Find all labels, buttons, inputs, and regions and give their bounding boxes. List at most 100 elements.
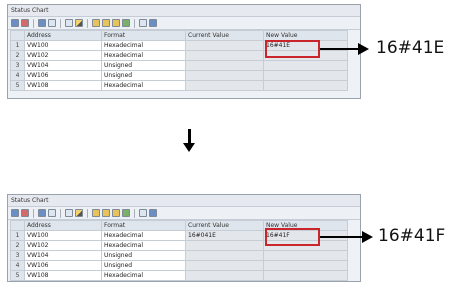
address-cell[interactable]: VW100	[24, 230, 102, 241]
read-icon[interactable]	[65, 19, 73, 27]
options-icon[interactable]	[149, 209, 157, 217]
toolbar-separator	[60, 208, 61, 218]
toolbar-separator	[87, 18, 88, 28]
row-number: 1	[10, 230, 25, 241]
format-cell[interactable]: Unsigned	[101, 260, 186, 271]
write-icon[interactable]	[75, 19, 83, 27]
trend-icon[interactable]	[122, 209, 130, 217]
address-cell[interactable]: VW100	[24, 40, 102, 51]
row-number: 4	[10, 70, 25, 81]
force-icon[interactable]	[92, 209, 100, 217]
callout-value: 16#41E	[376, 38, 445, 58]
header-current-value: Current Value	[185, 220, 264, 231]
force-icon[interactable]	[92, 19, 100, 27]
toolbar-separator	[33, 18, 34, 28]
address-cell[interactable]: VW102	[24, 50, 102, 61]
current-value-cell	[185, 70, 264, 81]
format-cell[interactable]: Hexadecimal	[101, 80, 186, 91]
table-icon[interactable]	[38, 209, 46, 217]
new-value-cell[interactable]	[263, 260, 348, 271]
grid-icon[interactable]	[48, 209, 56, 217]
address-cell[interactable]: VW108	[24, 80, 102, 91]
header-format: Format	[101, 30, 186, 41]
new-value-cell[interactable]	[263, 250, 348, 261]
current-value-cell	[185, 80, 264, 91]
new-value-cell[interactable]	[263, 270, 348, 281]
table-header: Address Format Current Value New Value	[10, 30, 348, 41]
write-icon[interactable]	[75, 209, 83, 217]
options-icon[interactable]	[149, 19, 157, 27]
callout-arrow-line	[320, 48, 360, 50]
table-row[interactable]: 5 VW108 Hexadecimal	[10, 270, 348, 281]
row-number: 3	[10, 250, 25, 261]
header-address: Address	[24, 220, 102, 231]
current-value-cell: 16#041E	[185, 230, 264, 241]
row-number: 4	[10, 260, 25, 271]
header-corner	[10, 30, 25, 41]
folder-icon[interactable]	[112, 19, 120, 27]
header-format: Format	[101, 220, 186, 231]
current-value-cell	[185, 50, 264, 61]
delete-icon[interactable]	[21, 19, 29, 27]
unforce-icon[interactable]	[102, 19, 110, 27]
row-number: 3	[10, 60, 25, 71]
window-title: Status Chart	[8, 5, 360, 17]
address-cell[interactable]: VW106	[24, 260, 102, 271]
toolbar	[8, 17, 360, 30]
row-number: 2	[10, 240, 25, 251]
toolbar-separator	[134, 208, 135, 218]
table-row[interactable]: 4 VW106 Unsigned	[10, 70, 348, 81]
current-value-cell	[185, 60, 264, 71]
toolbar-separator	[134, 18, 135, 28]
toolbar-separator	[87, 208, 88, 218]
new-value-cell[interactable]	[263, 60, 348, 71]
header-current-value: Current Value	[185, 30, 264, 41]
chart-icon[interactable]	[11, 19, 19, 27]
insert-row-icon[interactable]	[139, 19, 147, 27]
callout-arrow-head	[362, 231, 373, 243]
grid-icon[interactable]	[48, 19, 56, 27]
format-cell[interactable]: Hexadecimal	[101, 240, 186, 251]
unforce-icon[interactable]	[102, 209, 110, 217]
address-cell[interactable]: VW106	[24, 70, 102, 81]
address-cell[interactable]: VW102	[24, 240, 102, 251]
address-cell[interactable]: VW104	[24, 250, 102, 261]
new-value-cell[interactable]	[263, 80, 348, 91]
format-cell[interactable]: Hexadecimal	[101, 50, 186, 61]
down-arrow-shaft	[188, 129, 191, 144]
current-value-cell	[185, 240, 264, 251]
chart-icon[interactable]	[11, 209, 19, 217]
format-cell[interactable]: Unsigned	[101, 250, 186, 261]
row-number: 1	[10, 40, 25, 51]
table-row[interactable]: 5 VW108 Hexadecimal	[10, 80, 348, 91]
header-address: Address	[24, 30, 102, 41]
table-row[interactable]: 4 VW106 Unsigned	[10, 260, 348, 271]
toolbar	[8, 207, 360, 220]
row-number: 2	[10, 50, 25, 61]
toolbar-separator	[33, 208, 34, 218]
address-cell[interactable]: VW104	[24, 60, 102, 71]
row-number: 5	[10, 270, 25, 281]
trend-icon[interactable]	[122, 19, 130, 27]
current-value-cell	[185, 260, 264, 271]
current-value-cell	[185, 270, 264, 281]
address-cell[interactable]: VW108	[24, 270, 102, 281]
toolbar-separator	[60, 18, 61, 28]
format-cell[interactable]: Hexadecimal	[101, 40, 186, 51]
table-row[interactable]: 3 VW104 Unsigned	[10, 60, 348, 71]
read-icon[interactable]	[65, 209, 73, 217]
new-value-cell[interactable]	[263, 70, 348, 81]
delete-icon[interactable]	[21, 209, 29, 217]
insert-row-icon[interactable]	[139, 209, 147, 217]
table-icon[interactable]	[38, 19, 46, 27]
format-cell[interactable]: Unsigned	[101, 70, 186, 81]
folder-icon[interactable]	[112, 209, 120, 217]
header-new-value: New Value	[263, 30, 348, 41]
format-cell[interactable]: Hexadecimal	[101, 230, 186, 241]
table-row[interactable]: 3 VW104 Unsigned	[10, 250, 348, 261]
format-cell[interactable]: Hexadecimal	[101, 270, 186, 281]
format-cell[interactable]: Unsigned	[101, 60, 186, 71]
callout-arrow-head	[358, 43, 369, 55]
callout-arrow-line	[320, 236, 364, 238]
new-value-highlight	[265, 40, 320, 58]
